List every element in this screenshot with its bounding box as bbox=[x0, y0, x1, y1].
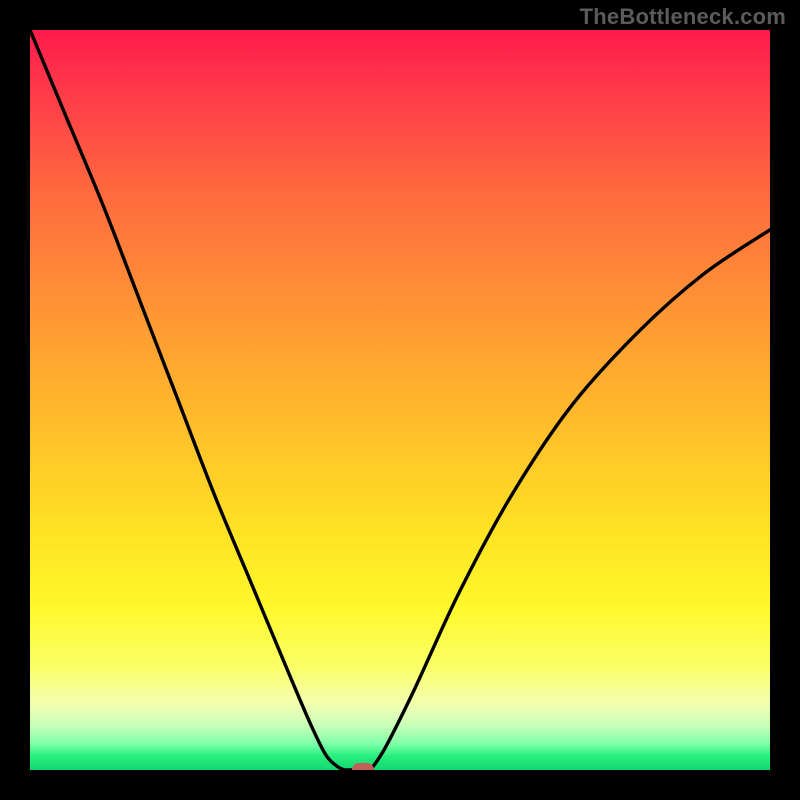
chart-frame: TheBottleneck.com bbox=[0, 0, 800, 800]
curve-path bbox=[30, 30, 770, 770]
watermark-text: TheBottleneck.com bbox=[580, 4, 786, 30]
trough-marker bbox=[352, 763, 374, 770]
bottleneck-curve bbox=[30, 30, 770, 770]
plot-area bbox=[30, 30, 770, 770]
